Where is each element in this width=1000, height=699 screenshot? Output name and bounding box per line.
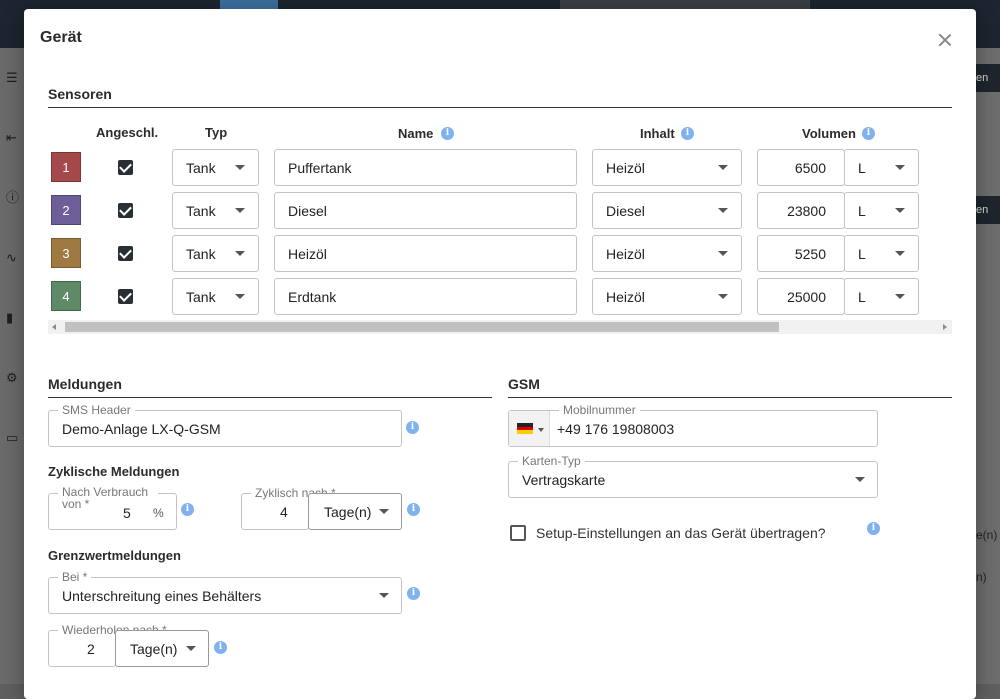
- bg-button[interactable]: en: [976, 196, 1000, 224]
- sensors-section-title: Sensoren: [48, 86, 952, 108]
- info-icon[interactable]: ⓘ: [6, 190, 22, 206]
- app-sidebar: ☰ ⇤ ⓘ ∿ ▮ ⚙ ▭: [0, 48, 24, 684]
- chevron-down-icon: [379, 592, 389, 598]
- bar-chart-icon[interactable]: ▮: [6, 310, 22, 326]
- after-consumption-input[interactable]: Nach Verbrauch von * 5 %: [48, 486, 177, 530]
- content-info-icon[interactable]: i: [681, 127, 694, 140]
- unit-select[interactable]: L: [844, 149, 919, 186]
- chevron-down-icon: [718, 207, 728, 213]
- chevron-down-icon: [538, 428, 544, 432]
- chevron-down-icon: [235, 207, 245, 213]
- limit-at-select[interactable]: Bei * Unterschreitung eines Behälters: [48, 570, 402, 614]
- sensor-name-input[interactable]: Puffertank: [274, 149, 577, 186]
- connected-checkbox[interactable]: [118, 289, 133, 304]
- sensor-number-badge: 2: [51, 195, 81, 225]
- unit-select[interactable]: L: [844, 192, 919, 229]
- sms-header-info-icon[interactable]: i: [406, 421, 419, 434]
- sensor-number-badge: 3: [51, 238, 81, 268]
- device-dialog: Gerät Sensoren Angeschl. Typ Name i Inha…: [24, 9, 976, 699]
- sensor-number-badge: 1: [51, 152, 81, 182]
- content-select[interactable]: Diesel: [592, 192, 742, 229]
- screen-icon[interactable]: ▭: [6, 430, 22, 446]
- col-header-connected: Angeschl.: [96, 125, 159, 140]
- chevron-down-icon: [855, 476, 865, 482]
- volume-input[interactable]: 5250: [757, 235, 845, 272]
- setup-transfer-checkbox[interactable]: [510, 525, 526, 541]
- volume-input[interactable]: 6500: [757, 149, 845, 186]
- chevron-down-icon: [718, 250, 728, 256]
- type-select[interactable]: Tank: [172, 149, 259, 186]
- volume-input[interactable]: 25000: [757, 278, 845, 315]
- sensor-name-input[interactable]: Erdtank: [274, 278, 577, 315]
- connected-checkbox[interactable]: [118, 203, 133, 218]
- mobile-number-input[interactable]: Mobilnummer +49 176 19808003: [508, 403, 878, 447]
- chevron-down-icon: [895, 207, 905, 213]
- trend-icon[interactable]: ∿: [6, 250, 22, 266]
- de-flag-icon: [517, 423, 533, 434]
- bg-text: e(n): [976, 528, 998, 542]
- type-select[interactable]: Tank: [172, 192, 259, 229]
- cyclic-info-icon[interactable]: i: [407, 503, 420, 516]
- setup-info-icon[interactable]: i: [867, 522, 880, 535]
- sensor-name-input[interactable]: Heizöl: [274, 235, 577, 272]
- close-icon[interactable]: [936, 31, 954, 49]
- chevron-down-icon: [895, 164, 905, 170]
- settings-icon[interactable]: ⚙: [6, 370, 22, 386]
- list-icon[interactable]: ☰: [6, 70, 22, 86]
- horizontal-scrollbar[interactable]: [48, 320, 952, 334]
- type-select[interactable]: Tank: [172, 235, 259, 272]
- sms-header-input[interactable]: SMS Header Demo-Anlage LX-Q-GSM: [48, 403, 402, 447]
- col-header-name: Name: [398, 126, 434, 141]
- content-select[interactable]: Heizöl: [592, 235, 742, 272]
- chevron-down-icon: [235, 293, 245, 299]
- name-info-icon[interactable]: i: [441, 127, 454, 140]
- chevron-down-icon: [235, 250, 245, 256]
- limit-info-icon[interactable]: i: [407, 587, 420, 600]
- dialog-title: Gerät: [40, 29, 82, 46]
- bg-text: n): [976, 570, 987, 584]
- cyclic-unit-select[interactable]: Tage(n): [308, 493, 402, 530]
- sensor-name-input[interactable]: Diesel: [274, 192, 577, 229]
- type-select[interactable]: Tank: [172, 278, 259, 315]
- card-type-select[interactable]: Karten-Typ Vertragskarte: [508, 454, 878, 498]
- messages-section-title: Meldungen: [48, 376, 492, 398]
- connected-checkbox[interactable]: [118, 246, 133, 261]
- chevron-down-icon: [235, 164, 245, 170]
- col-header-content: Inhalt: [640, 126, 675, 141]
- scroll-right-icon[interactable]: [943, 324, 947, 330]
- country-selector[interactable]: [509, 411, 550, 446]
- volume-info-icon[interactable]: i: [862, 127, 875, 140]
- limit-messages-title: Grenzwertmeldungen: [48, 548, 181, 563]
- app-right-panel: en en e(n) n): [976, 48, 1000, 684]
- col-header-volume: Volumen: [802, 126, 856, 141]
- repeat-unit-select[interactable]: Tage(n): [115, 630, 209, 667]
- repeat-after-input[interactable]: Wiederholen nach * 2: [48, 623, 171, 667]
- volume-input[interactable]: 23800: [757, 192, 845, 229]
- repeat-info-icon[interactable]: i: [214, 641, 227, 654]
- gsm-section-title: GSM: [508, 376, 952, 398]
- setup-transfer-label: Setup-Einstellungen an das Gerät übertra…: [536, 525, 826, 541]
- chevron-down-icon: [895, 250, 905, 256]
- content-select[interactable]: Heizöl: [592, 149, 742, 186]
- scroll-left-icon[interactable]: [52, 324, 56, 330]
- bg-button[interactable]: en: [976, 64, 1000, 92]
- unit-select[interactable]: L: [844, 235, 919, 272]
- collapse-icon[interactable]: ⇤: [6, 130, 22, 146]
- sensor-number-badge: 4: [51, 281, 81, 311]
- chevron-down-icon: [718, 164, 728, 170]
- col-header-type: Typ: [205, 125, 228, 140]
- chevron-down-icon: [186, 645, 196, 651]
- cyclic-messages-title: Zyklische Meldungen: [48, 464, 180, 479]
- chevron-down-icon: [895, 293, 905, 299]
- cyclic-after-input[interactable]: Zyklisch nach * 4: [241, 486, 340, 530]
- content-select[interactable]: Heizöl: [592, 278, 742, 315]
- scrollbar-thumb[interactable]: [65, 322, 779, 332]
- consumption-info-icon[interactable]: i: [181, 503, 194, 516]
- connected-checkbox[interactable]: [118, 160, 133, 175]
- unit-select[interactable]: L: [844, 278, 919, 315]
- chevron-down-icon: [718, 293, 728, 299]
- chevron-down-icon: [379, 508, 389, 514]
